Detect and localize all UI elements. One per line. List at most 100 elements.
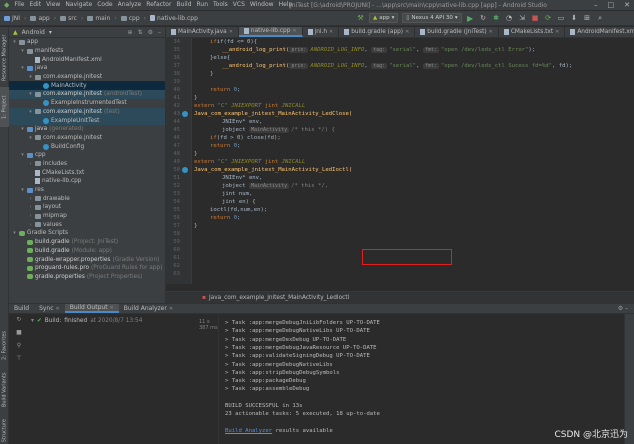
profile-icon[interactable]: ◔ xyxy=(505,14,514,23)
close-icon[interactable]: ✕ xyxy=(56,306,60,312)
menu-refactor[interactable]: Refactor xyxy=(146,1,171,9)
breadcrumb-src[interactable]: src xyxy=(68,15,77,22)
gear-icon[interactable]: ⚙ xyxy=(148,29,153,36)
minimize-icon[interactable]: – xyxy=(594,1,598,9)
close-icon[interactable]: ✕ xyxy=(405,29,409,35)
tab-build-analyzer[interactable]: Build Analyzer ✕ xyxy=(119,304,178,313)
apply-changes-icon[interactable]: ↻ xyxy=(479,14,488,23)
hammer-icon[interactable]: ⚒ xyxy=(356,14,365,23)
close-icon[interactable]: ✕ xyxy=(292,28,296,34)
tree-item[interactable]: ▾ java xyxy=(9,64,165,73)
tab-build[interactable]: Build xyxy=(9,304,34,313)
menu-tools[interactable]: Tools xyxy=(213,1,228,9)
editor-tab[interactable]: CMakeLists.txt ✕ xyxy=(499,27,566,37)
tree-item[interactable]: ▾ res xyxy=(9,186,165,195)
favorites-tool-tab[interactable]: 2: Favorites xyxy=(0,325,9,365)
layout-inspector-icon[interactable]: ⊞ xyxy=(583,14,592,23)
build-variants-tab[interactable]: Build Variants xyxy=(0,367,9,412)
close-icon[interactable]: ✕ xyxy=(229,29,233,35)
breadcrumb-app[interactable]: app xyxy=(38,15,49,22)
tree-item[interactable]: build.gradle (Project: JniTest) xyxy=(9,238,165,247)
close-icon[interactable]: ✕ xyxy=(169,306,173,312)
editor-tab[interactable]: AndroidManifest.xml✕ xyxy=(565,27,634,37)
editor-tab[interactable]: MainActivity.java ✕ xyxy=(166,27,239,37)
tree-item[interactable]: BuildConfig xyxy=(9,142,165,151)
menu-edit[interactable]: Edit xyxy=(29,1,41,9)
locate-icon[interactable]: ⊕ xyxy=(128,29,133,36)
tab-build-output[interactable]: Build Output ✕ xyxy=(64,304,119,313)
tree-item[interactable]: ▾ manifests xyxy=(9,47,165,56)
stop-icon[interactable]: ■ xyxy=(16,329,22,336)
close-icon[interactable]: ✕ xyxy=(489,29,493,35)
close-icon[interactable]: ✕ xyxy=(329,29,333,35)
menu-file[interactable]: File xyxy=(14,1,24,9)
build-status-row[interactable]: ▾ ✔ Build: finished at 2020/8/7 13:54 xyxy=(31,318,142,324)
tree-item[interactable]: ▾ cpp xyxy=(9,151,165,160)
tree-item[interactable]: ExampleInstrumentedTest xyxy=(9,99,165,108)
console-scrollbar[interactable] xyxy=(624,314,634,444)
tab-sync[interactable]: Sync ✕ xyxy=(34,304,65,313)
filter-icon[interactable]: ⚲ xyxy=(17,342,21,349)
tree-item[interactable]: › values xyxy=(9,220,165,229)
sdk-manager-icon[interactable]: ⬇ xyxy=(570,14,579,23)
tree-item[interactable]: ExampleUnitTest xyxy=(9,116,165,125)
tree-item[interactable]: MainActivity xyxy=(9,81,165,91)
tree-item[interactable]: › layout xyxy=(9,203,165,212)
close-icon[interactable]: ✕ xyxy=(555,29,559,35)
breadcrumb-jni[interactable]: JNI xyxy=(12,15,20,22)
rerun-icon[interactable]: ↻ xyxy=(16,316,21,323)
tree-item[interactable]: ▾ java (generated) xyxy=(9,125,165,134)
breadcrumb-file[interactable]: native-lib.cpp xyxy=(157,15,198,22)
attach-debugger-icon[interactable]: ⇲ xyxy=(518,14,527,23)
tree-item[interactable]: ▾ com.example.jnitest xyxy=(9,73,165,82)
tree-item[interactable]: ▾ com.example.jnitest xyxy=(9,134,165,143)
hide-icon[interactable]: – xyxy=(158,29,161,36)
tree-item[interactable]: native-lib.cpp xyxy=(9,177,165,186)
pin-icon[interactable]: ⊤ xyxy=(16,355,21,362)
chevron-down-icon[interactable]: ▾ xyxy=(49,29,52,36)
tree-item[interactable]: CMakeLists.txt xyxy=(9,168,165,177)
editor-tab[interactable]: build.gradle (app) ✕ xyxy=(339,27,416,37)
menu-window[interactable]: Window xyxy=(250,1,274,9)
close-icon[interactable]: ✕ xyxy=(624,1,630,9)
build-console[interactable]: > Task :app:mergeDebugJniLibFolders UP-T… xyxy=(219,314,624,444)
menu-code[interactable]: Code xyxy=(97,1,112,9)
menu-view[interactable]: View xyxy=(46,1,60,9)
device-dropdown[interactable]: ▯ Nexus 4 API 30 ▾ xyxy=(402,13,462,23)
search-icon[interactable]: ⌕ xyxy=(596,14,605,23)
tree-item[interactable]: ▾ app xyxy=(9,38,165,47)
navigate-to-declaration-icon[interactable] xyxy=(182,167,188,173)
tree-item[interactable]: gradle-wrapper.properties (Gradle Version… xyxy=(9,255,165,264)
navigate-to-declaration-icon[interactable] xyxy=(182,111,188,117)
close-icon[interactable]: ✕ xyxy=(110,305,114,311)
menu-run[interactable]: Run xyxy=(197,1,209,9)
debug-icon[interactable]: ✱ xyxy=(492,14,501,23)
avd-manager-icon[interactable]: ▭ xyxy=(557,14,566,23)
gear-icon[interactable]: ⚙ xyxy=(618,305,623,312)
tree-item[interactable]: ▾ Gradle Scripts xyxy=(9,229,165,238)
breadcrumb-cpp[interactable]: cpp xyxy=(129,15,140,22)
maximize-icon[interactable]: □ xyxy=(608,1,615,9)
breadcrumb-main[interactable]: main xyxy=(95,15,110,22)
tree-item[interactable]: AndroidManifest.xml xyxy=(9,55,165,64)
tree-item[interactable]: gradle.properties (Project Properties) xyxy=(9,273,165,282)
tree-item[interactable]: › includes xyxy=(9,160,165,169)
resource-manager-tab[interactable]: Resource Manager xyxy=(0,33,9,83)
stop-icon[interactable]: ■ xyxy=(531,14,540,23)
structure-tool-tab[interactable]: Z: Structure xyxy=(0,417,9,444)
tree-item[interactable]: › mipmap xyxy=(9,212,165,221)
tree-item[interactable]: build.gradle (Module: app) xyxy=(9,247,165,256)
menu-vcs[interactable]: VCS xyxy=(233,1,245,9)
hide-icon[interactable]: – xyxy=(625,305,628,312)
editor-tab[interactable]: build.gradle (JniTest) ✕ xyxy=(415,27,499,37)
sync-gradle-icon[interactable]: ⟳ xyxy=(544,14,553,23)
code-view[interactable]: if if(fd <= 0){ __android_log_print(prio:… xyxy=(194,38,634,284)
run-config-dropdown[interactable]: ▲ app ▾ xyxy=(369,13,399,23)
project-view-selector[interactable]: Android xyxy=(22,29,45,36)
menu-navigate[interactable]: Navigate xyxy=(65,1,92,9)
menu-analyze[interactable]: Analyze xyxy=(118,1,142,9)
project-tool-tab[interactable]: 1: Project xyxy=(0,87,9,127)
tree-item[interactable]: ▾ com.example.jnitest (androidTest) xyxy=(9,90,165,99)
run-icon[interactable]: ▶ xyxy=(466,14,475,23)
tree-item[interactable]: ▾ com.example.jnitest (test) xyxy=(9,107,165,117)
